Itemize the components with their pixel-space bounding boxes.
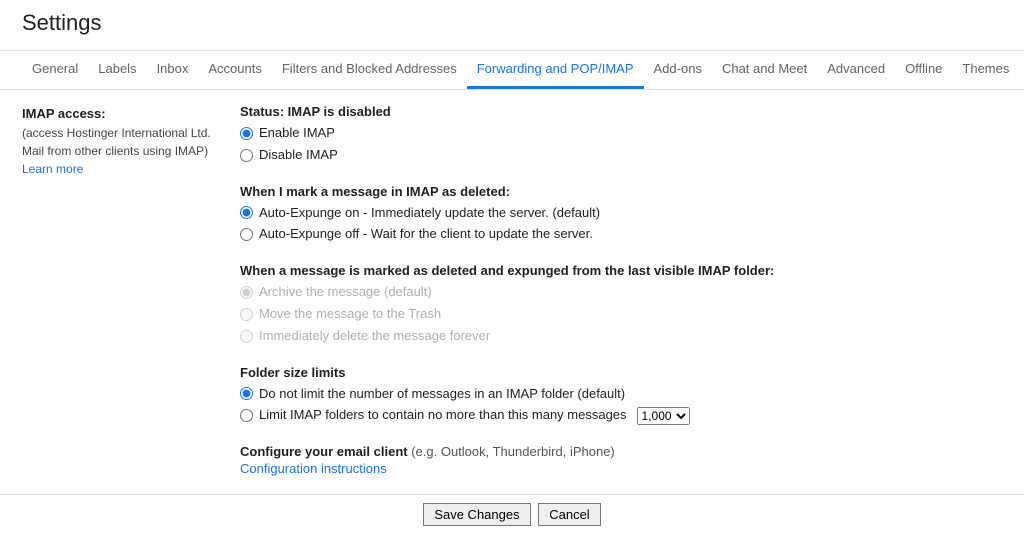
enable-imap-label[interactable]: Enable IMAP <box>259 123 335 144</box>
limit-label[interactable]: Limit IMAP folders to contain no more th… <box>259 405 627 426</box>
tab-filters[interactable]: Filters and Blocked Addresses <box>272 51 467 89</box>
auto-expunge-off-label[interactable]: Auto-Expunge off - Wait for the client t… <box>259 224 593 245</box>
no-limit-radio[interactable] <box>240 387 253 400</box>
tab-themes[interactable]: Themes <box>952 51 1019 89</box>
tabs-bar: General Labels Inbox Accounts Filters an… <box>0 50 1024 90</box>
cancel-button[interactable]: Cancel <box>538 503 600 526</box>
deleted-title: When I mark a message in IMAP as deleted… <box>240 184 1002 199</box>
configure-title: Configure your email client <box>240 444 408 459</box>
tab-offline[interactable]: Offline <box>895 51 952 89</box>
tab-advanced[interactable]: Advanced <box>817 51 895 89</box>
enable-imap-radio[interactable] <box>240 127 253 140</box>
settings-content: IMAP access: (access Hostinger Internati… <box>0 90 1024 495</box>
configuration-instructions-link[interactable]: Configuration instructions <box>240 461 387 476</box>
move-trash-radio <box>240 308 253 321</box>
imap-access-left-column: IMAP access: (access Hostinger Internati… <box>22 104 220 484</box>
tab-chat-meet[interactable]: Chat and Meet <box>712 51 817 89</box>
expunged-section: When a message is marked as deleted and … <box>240 263 1002 346</box>
archive-message-radio <box>240 286 253 299</box>
imap-access-subtext: (access Hostinger International Ltd. Mai… <box>22 124 220 160</box>
tab-forwarding-pop-imap[interactable]: Forwarding and POP/IMAP <box>467 51 644 89</box>
page-title: Settings <box>0 0 1024 50</box>
disable-imap-radio[interactable] <box>240 149 253 162</box>
folder-section: Folder size limits Do not limit the numb… <box>240 365 1002 427</box>
tab-accounts[interactable]: Accounts <box>198 51 271 89</box>
folder-title: Folder size limits <box>240 365 1002 380</box>
learn-more-link[interactable]: Learn more <box>22 162 83 176</box>
deleted-section: When I mark a message in IMAP as deleted… <box>240 184 1002 246</box>
configure-section: Configure your email client (e.g. Outloo… <box>240 444 1002 476</box>
archive-message-label: Archive the message (default) <box>259 282 432 303</box>
limit-radio[interactable] <box>240 409 253 422</box>
status-section: Status: IMAP is disabled Enable IMAP Dis… <box>240 104 1002 166</box>
delete-forever-label: Immediately delete the message forever <box>259 326 490 347</box>
move-trash-label: Move the message to the Trash <box>259 304 441 325</box>
delete-forever-radio <box>240 330 253 343</box>
limit-select[interactable]: 1,000 <box>637 407 690 425</box>
configure-note: (e.g. Outlook, Thunderbird, iPhone) <box>408 444 615 459</box>
no-limit-label[interactable]: Do not limit the number of messages in a… <box>259 384 625 405</box>
tab-general[interactable]: General <box>22 51 88 89</box>
status-title: Status: IMAP is disabled <box>240 104 1002 119</box>
tab-labels[interactable]: Labels <box>88 51 146 89</box>
save-changes-button[interactable]: Save Changes <box>423 503 530 526</box>
imap-access-heading: IMAP access: <box>22 104 220 124</box>
auto-expunge-on-radio[interactable] <box>240 206 253 219</box>
tab-addons[interactable]: Add-ons <box>644 51 712 89</box>
disable-imap-label[interactable]: Disable IMAP <box>259 145 338 166</box>
tab-inbox[interactable]: Inbox <box>147 51 199 89</box>
auto-expunge-on-label[interactable]: Auto-Expunge on - Immediately update the… <box>259 203 600 224</box>
auto-expunge-off-radio[interactable] <box>240 228 253 241</box>
expunged-title: When a message is marked as deleted and … <box>240 263 1002 278</box>
